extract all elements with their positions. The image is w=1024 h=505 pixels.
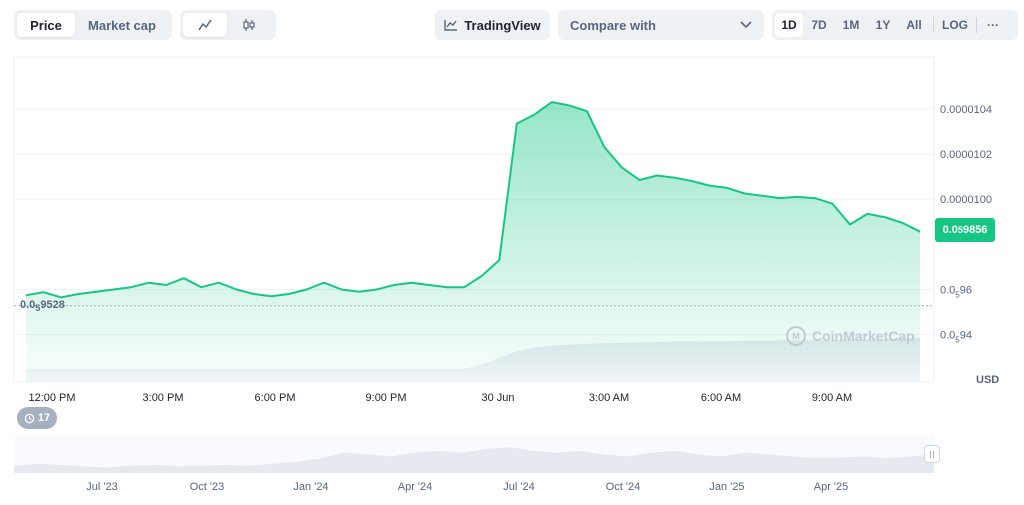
navigator-label: Apr '24 — [398, 481, 433, 493]
navigator-label: Apr '25 — [814, 481, 849, 493]
x-axis: 12:00 PM 3:00 PM 6:00 PM 9:00 PM 30 Jun 3:00 … — [28, 392, 852, 404]
x-tick-label: 9:00 PM — [366, 392, 407, 404]
watermark-text: CoinMarketCap — [812, 328, 915, 344]
currency-label: USD — [976, 374, 1000, 386]
y-tick-label: 0.0000104 — [940, 104, 992, 116]
y-tick-label: 0.0000100 — [940, 194, 992, 206]
navigator-label: Jul '24 — [503, 481, 534, 493]
y-tick-label: 0.0594 — [940, 330, 972, 345]
navigator-label: Oct '24 — [606, 481, 641, 493]
x-tick-label: 12:00 PM — [28, 392, 75, 404]
y-tick-label: 0.0000102 — [940, 149, 992, 161]
current-price-tag: 0.0 5 9856 — [935, 218, 995, 242]
navigator-handle[interactable] — [924, 445, 940, 463]
x-tick-label: 9:00 AM — [812, 392, 852, 404]
navigator-label: Jan '24 — [293, 481, 328, 493]
history-icon — [24, 413, 35, 423]
coinmarketcap-watermark: M CoinMarketCap — [786, 326, 915, 346]
x-tick-label: 3:00 PM — [143, 392, 184, 404]
y-tick-label: 0.0596 — [940, 284, 972, 299]
events-count: 17 — [37, 412, 51, 424]
coinmarketcap-logo-icon: M — [786, 326, 806, 346]
events-badge[interactable]: 17 — [17, 407, 57, 429]
x-tick-label: 6:00 AM — [701, 392, 741, 404]
low-price-label: 0.059528 — [20, 299, 65, 314]
x-tick-label: 3:00 AM — [589, 392, 629, 404]
x-tick-label: 6:00 PM — [255, 392, 296, 404]
navigator-label: Jan '25 — [709, 481, 744, 493]
x-tick-label: 30 Jun — [481, 392, 514, 404]
navigator-label: Oct '23 — [190, 481, 225, 493]
navigator[interactable]: Jul '23 Oct '23 Jan '24 Apr '24 Jul '24 Oct '… — [14, 436, 934, 493]
navigator-label: Jul '23 — [86, 481, 117, 493]
price-chart[interactable]: 0.00001040.00001020.00001000.05960.0594 … — [0, 0, 1024, 505]
